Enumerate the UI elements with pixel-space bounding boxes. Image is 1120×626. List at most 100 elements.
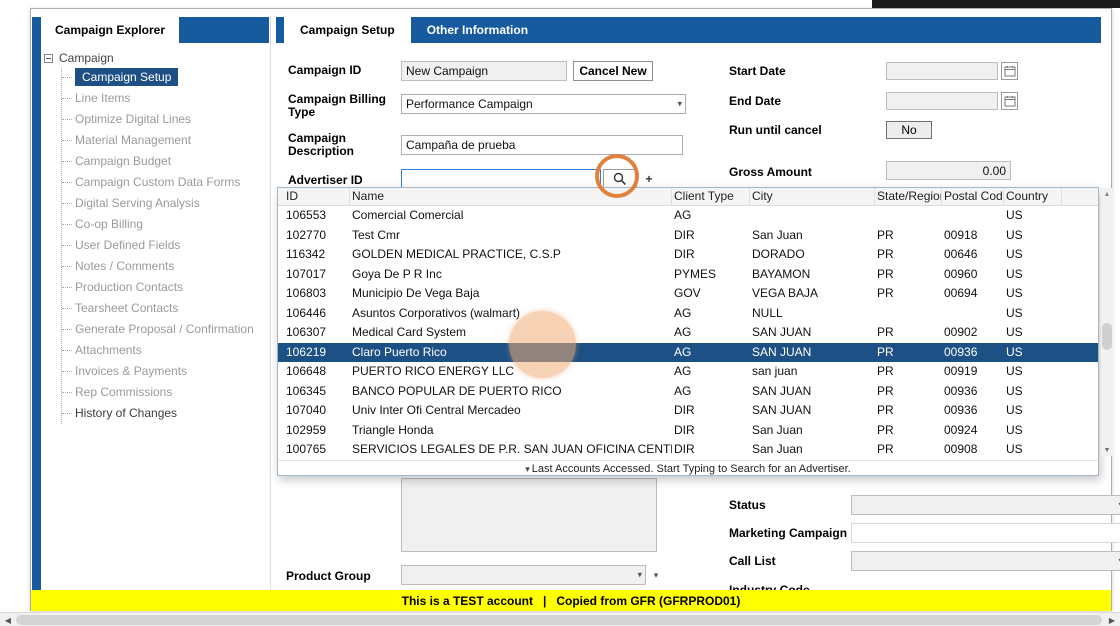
advertiser-id-input[interactable] bbox=[401, 169, 601, 189]
horizontal-scrollbar[interactable]: ◀ ▶ bbox=[0, 612, 1120, 626]
cell bbox=[942, 304, 1004, 324]
column-header-id[interactable]: ID bbox=[284, 188, 350, 205]
end-date-calendar-button[interactable] bbox=[1001, 92, 1018, 110]
sidebar-item-label: Tearsheet Contacts bbox=[75, 301, 179, 315]
sidebar-item-label: Optimize Digital Lines bbox=[75, 112, 192, 126]
end-date-field[interactable] bbox=[886, 92, 998, 110]
advertiser-row-106553[interactable]: 106553 Comercial Comercial AG US bbox=[278, 206, 1098, 226]
tab-other-information[interactable]: Other Information bbox=[411, 17, 544, 43]
sidebar-item-rep-commissions[interactable]: Rep Commissions bbox=[62, 382, 268, 403]
campaign-billing-type-select[interactable]: Performance Campaign ▾ bbox=[401, 94, 686, 114]
campaign-id-value: New Campaign bbox=[406, 64, 489, 78]
call-list-select[interactable]: ▾ bbox=[851, 551, 1120, 571]
advertiser-row-106219[interactable]: 106219 Claro Puerto Rico AG SAN JUAN PR 00936… bbox=[278, 342, 1098, 362]
status-select[interactable]: ▾ bbox=[851, 495, 1120, 515]
cell: AG bbox=[674, 383, 692, 398]
advertiser-grid-footer[interactable]: ▾ Last Accounts Accessed. Start Typing to… bbox=[278, 459, 1098, 477]
column-header-client-type[interactable]: Client Type bbox=[672, 188, 750, 205]
sidebar-item-campaign-custom-data-forms[interactable]: Campaign Custom Data Forms bbox=[62, 172, 268, 193]
sidebar-header: Campaign Explorer bbox=[41, 17, 269, 43]
sidebar-item-material-management[interactable]: Material Management bbox=[62, 130, 268, 151]
cell: PUERTO RICO ENERGY LLC bbox=[352, 364, 515, 378]
cancel-new-button[interactable]: Cancel New bbox=[573, 61, 653, 81]
calendar-icon bbox=[1004, 66, 1015, 77]
advertiser-row-102770[interactable]: 102770 Test Cmr DIR San Juan PR 00918 US bbox=[278, 226, 1098, 246]
column-header-state-region[interactable]: State/Region bbox=[875, 188, 942, 205]
sidebar-item-campaign-setup[interactable]: Campaign Setup bbox=[62, 67, 268, 88]
scroll-right-icon[interactable]: ▶ bbox=[1104, 613, 1120, 626]
cell: VEGA BAJA bbox=[752, 286, 819, 300]
cell: AG bbox=[674, 325, 692, 339]
advertiser-row-100765[interactable]: 100765 SERVICIOS LEGALES DE P.R. SAN JUAN… bbox=[278, 440, 1098, 460]
marketing-campaign-label: Marketing Campaign bbox=[729, 526, 848, 540]
campaign-explorer-tab[interactable]: Campaign Explorer bbox=[41, 17, 180, 43]
sidebar-item-line-items[interactable]: Line Items bbox=[62, 88, 268, 109]
cell: 106345 bbox=[286, 383, 327, 398]
sidebar-item-invoices-payments[interactable]: Invoices & Payments bbox=[62, 361, 268, 382]
gross-amount-field[interactable]: 0.00 bbox=[886, 161, 1011, 180]
cell: SAN JUAN bbox=[752, 344, 812, 359]
collapse-icon[interactable] bbox=[44, 53, 53, 63]
add-advertiser-button[interactable]: + bbox=[642, 170, 656, 188]
advertiser-row-106648[interactable]: 106648 PUERTO RICO ENERGY LLC AG san juan PR… bbox=[278, 362, 1098, 382]
tree-root-label: Campaign bbox=[59, 51, 114, 65]
advertiser-grid-body: 106553 Comercial Comercial AG US 102770 Test … bbox=[278, 206, 1098, 460]
calendar-icon bbox=[1004, 96, 1015, 107]
sidebar-item-label: Line Items bbox=[75, 91, 131, 105]
scroll-left-icon[interactable]: ◀ bbox=[0, 613, 16, 626]
sidebar-item-campaign-budget[interactable]: Campaign Budget bbox=[62, 151, 268, 172]
sidebar-item-digital-serving-analysis[interactable]: Digital Serving Analysis bbox=[62, 193, 268, 214]
scroll-up-icon[interactable]: ▲ bbox=[1101, 188, 1113, 200]
advertiser-row-106803[interactable]: 106803 Municipio De Vega Baja GOV VEGA BAJA… bbox=[278, 284, 1098, 304]
chevron-down-icon: ▾ bbox=[653, 570, 659, 580]
cell: US bbox=[1006, 344, 1023, 359]
cell: SAN JUAN bbox=[752, 403, 812, 417]
advertiser-row-107040[interactable]: 107040 Univ Inter Ofi Central Mercadeo DIR… bbox=[278, 401, 1098, 421]
advertiser-row-116342[interactable]: 116342 GOLDEN MEDICAL PRACTICE, C.S.P DIR D… bbox=[278, 245, 1098, 265]
test-account-banner-text: This is a TEST account | Copied from GFR… bbox=[401, 593, 741, 608]
scrollbar-thumb[interactable] bbox=[16, 615, 1102, 625]
advertiser-row-107017[interactable]: 107017 Goya De P R Inc PYMES BAYAMON PR 00960… bbox=[278, 265, 1098, 285]
cell: US bbox=[1006, 266, 1023, 281]
marketing-campaign-field[interactable] bbox=[851, 523, 1120, 543]
cell: DIR bbox=[674, 403, 695, 417]
advertiser-row-106446[interactable]: 106446 Asuntos Corporativos (walmart) AG NU… bbox=[278, 304, 1098, 324]
advertiser-row-106345[interactable]: 106345 BANCO POPULAR DE PUERTO RICO AG SAN … bbox=[278, 382, 1098, 402]
advertiser-row-106307[interactable]: 106307 Medical Card System AG SAN JUAN PR 009… bbox=[278, 323, 1098, 343]
secondary-dropdown-button[interactable]: ▾ bbox=[649, 566, 663, 585]
product-group-select[interactable]: ▾ bbox=[401, 565, 646, 585]
campaign-notes-textarea[interactable] bbox=[401, 478, 657, 552]
advertiser-row-102959[interactable]: 102959 Triangle Honda DIR San Juan PR 00924 US bbox=[278, 421, 1098, 441]
sidebar-item-notes-comments[interactable]: Notes / Comments bbox=[62, 256, 268, 277]
campaign-description-field[interactable]: Campaña de prueba bbox=[401, 135, 683, 155]
cell: 00936 bbox=[944, 403, 978, 417]
start-date-calendar-button[interactable] bbox=[1001, 62, 1018, 80]
run-until-cancel-toggle[interactable]: No bbox=[886, 121, 932, 139]
cell: San Juan bbox=[752, 422, 803, 437]
sidebar-item-history-of-changes[interactable]: History of Changes bbox=[62, 403, 268, 424]
grid-vertical-scrollbar[interactable]: ▲ ▼ bbox=[1101, 188, 1113, 456]
sidebar-item-co-op-billing[interactable]: Co-op Billing bbox=[62, 214, 268, 235]
background-window-strip bbox=[872, 0, 1120, 8]
call-list-label: Call List bbox=[729, 554, 776, 568]
sidebar-item-production-contacts[interactable]: Production Contacts bbox=[62, 277, 268, 298]
column-header-postal-code[interactable]: Postal Code bbox=[942, 188, 1004, 205]
cell: SAN JUAN bbox=[752, 325, 812, 339]
cell: Univ Inter Ofi Central Mercadeo bbox=[352, 403, 521, 417]
tree-root-campaign[interactable]: Campaign bbox=[44, 49, 268, 67]
tab-campaign-setup[interactable]: Campaign Setup bbox=[284, 17, 411, 43]
campaign-id-field[interactable]: New Campaign bbox=[401, 61, 567, 81]
sidebar-item-optimize-digital-lines[interactable]: Optimize Digital Lines bbox=[62, 109, 268, 130]
scroll-down-icon[interactable]: ▼ bbox=[1101, 444, 1113, 456]
cell: DIR bbox=[674, 422, 695, 437]
sidebar-item-user-defined-fields[interactable]: User Defined Fields bbox=[62, 235, 268, 256]
sidebar-item-attachments[interactable]: Attachments bbox=[62, 340, 268, 361]
sidebar-item-generate-proposal-confirmation[interactable]: Generate Proposal / Confirmation bbox=[62, 319, 268, 340]
start-date-field[interactable] bbox=[886, 62, 998, 80]
cell: AG bbox=[674, 344, 692, 359]
sidebar-item-tearsheet-contacts[interactable]: Tearsheet Contacts bbox=[62, 298, 268, 319]
column-header-country[interactable]: Country bbox=[1004, 188, 1062, 205]
scrollbar-thumb[interactable] bbox=[1102, 323, 1112, 350]
column-header-city[interactable]: City bbox=[750, 188, 875, 205]
cell: PYMES bbox=[674, 266, 717, 281]
